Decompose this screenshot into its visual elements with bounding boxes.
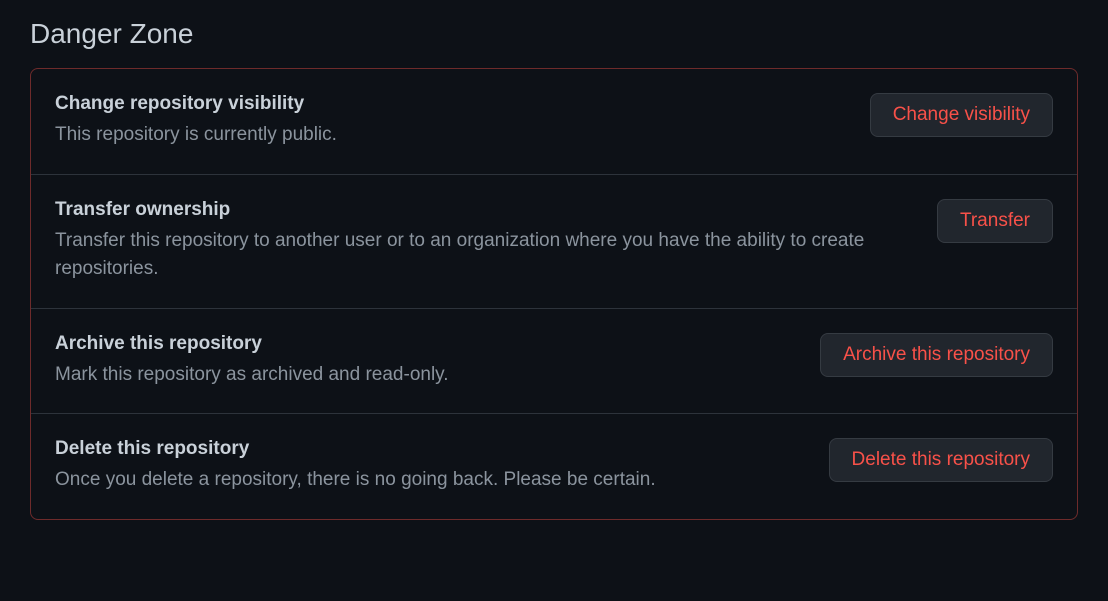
row-text: Change repository visibility This reposi… <box>55 93 846 150</box>
transfer-ownership-row: Transfer ownership Transfer this reposit… <box>31 175 1077 309</box>
section-title: Danger Zone <box>30 18 1078 50</box>
danger-zone-panel: Change repository visibility This reposi… <box>30 68 1078 520</box>
delete-repository-description: Once you delete a repository, there is n… <box>55 466 805 495</box>
transfer-ownership-description: Transfer this repository to another user… <box>55 227 913 284</box>
transfer-button[interactable]: Transfer <box>937 199 1053 243</box>
change-visibility-title: Change repository visibility <box>55 93 846 115</box>
delete-repository-button[interactable]: Delete this repository <box>829 438 1053 482</box>
archive-repository-description: Mark this repository as archived and rea… <box>55 361 796 390</box>
delete-repository-row: Delete this repository Once you delete a… <box>31 414 1077 519</box>
archive-repository-row: Archive this repository Mark this reposi… <box>31 309 1077 415</box>
archive-repository-button[interactable]: Archive this repository <box>820 333 1053 377</box>
row-text: Transfer ownership Transfer this reposit… <box>55 199 913 284</box>
change-visibility-button[interactable]: Change visibility <box>870 93 1053 137</box>
delete-repository-title: Delete this repository <box>55 438 805 460</box>
change-visibility-description: This repository is currently public. <box>55 121 846 150</box>
row-text: Archive this repository Mark this reposi… <box>55 333 796 390</box>
change-visibility-row: Change repository visibility This reposi… <box>31 69 1077 175</box>
archive-repository-title: Archive this repository <box>55 333 796 355</box>
transfer-ownership-title: Transfer ownership <box>55 199 913 221</box>
row-text: Delete this repository Once you delete a… <box>55 438 805 495</box>
